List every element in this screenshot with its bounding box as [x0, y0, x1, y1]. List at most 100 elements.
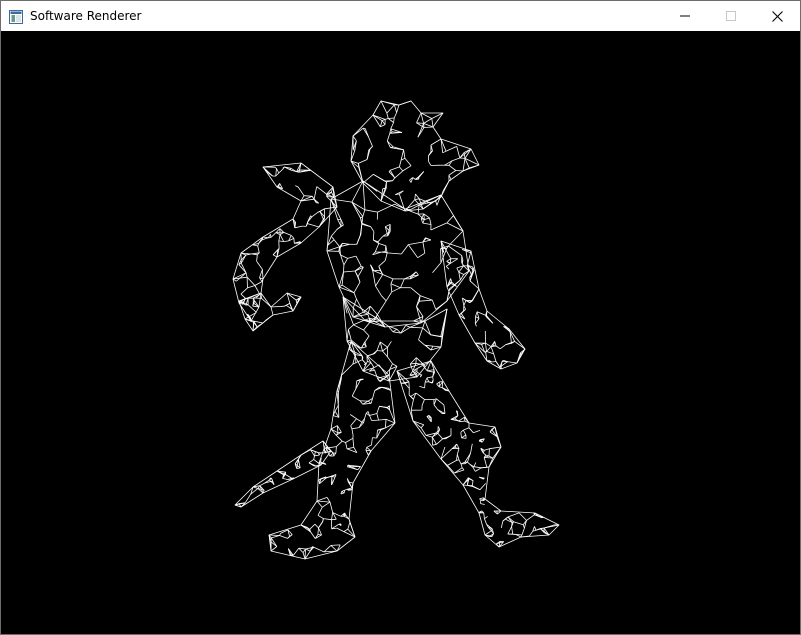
window-app-icon: [9, 9, 23, 24]
mesh-edge: [432, 443, 437, 446]
mesh-edge: [440, 336, 443, 338]
mesh-edge: [461, 434, 467, 439]
mesh-edge: [529, 531, 534, 537]
mesh-edge: [390, 283, 401, 289]
mesh-edge: [316, 500, 323, 508]
mesh-edge: [375, 314, 378, 318]
mesh-edge: [278, 183, 281, 187]
mesh-edge: [460, 432, 462, 438]
mesh-edge: [386, 133, 391, 142]
mesh-edge: [423, 123, 434, 128]
mesh-edge: [274, 166, 277, 169]
mesh-edge: [326, 497, 331, 503]
mesh-edge: [480, 503, 485, 505]
mesh-edge: [261, 298, 272, 308]
mesh-edge: [470, 443, 473, 454]
mesh-edge: [380, 100, 388, 114]
mesh-edge: [424, 382, 426, 389]
mesh-edge: [313, 455, 315, 460]
mesh-edge: [369, 415, 372, 421]
mesh-edge: [384, 118, 389, 120]
mesh-edge: [357, 163, 360, 168]
mesh-edge: [259, 269, 263, 278]
mesh-edge: [484, 516, 488, 520]
mesh-edge: [376, 406, 380, 414]
mesh-edge: [458, 416, 465, 422]
mesh-edge: [461, 467, 465, 471]
mesh-edge: [316, 500, 331, 503]
mesh-edge: [381, 120, 386, 125]
maximize-icon: [726, 11, 736, 21]
mesh-edge: [315, 451, 319, 453]
mesh-edge: [420, 424, 425, 429]
mesh-edge: [353, 324, 364, 331]
mesh-edge: [475, 311, 478, 317]
mesh-edge: [390, 166, 400, 171]
mesh-edge: [269, 479, 271, 482]
mesh-edge: [473, 466, 482, 469]
mesh-edge: [317, 514, 324, 519]
mesh-edge: [399, 160, 402, 167]
mesh-edge: [423, 364, 426, 367]
render-viewport[interactable]: [1, 31, 800, 634]
mesh-edge: [409, 326, 423, 329]
mesh-edge: [456, 448, 460, 455]
mesh-edge: [467, 461, 471, 465]
mesh-edge: [371, 437, 373, 446]
mesh-edge: [276, 168, 280, 174]
mesh-edge: [392, 328, 398, 333]
mesh-edge: [474, 318, 480, 324]
mesh-edge: [337, 431, 342, 434]
mesh-edge: [295, 185, 299, 188]
mesh-edge: [387, 140, 394, 148]
mesh-edge: [484, 518, 487, 525]
mesh-edge: [369, 413, 377, 416]
mesh-edge: [247, 304, 257, 313]
close-button[interactable]: [754, 1, 800, 31]
mesh-edge: [385, 419, 387, 428]
mesh-edge: [438, 386, 443, 389]
mesh-edge: [365, 447, 368, 451]
mesh-edge: [378, 418, 387, 421]
mesh-edge: [363, 329, 370, 337]
mesh-edge: [379, 405, 388, 408]
mesh-edge: [472, 467, 476, 472]
mesh-edge: [446, 258, 452, 262]
mesh-edge: [475, 467, 482, 472]
mesh-edge: [361, 421, 364, 423]
mesh-edge: [262, 237, 269, 241]
mesh-edge: [435, 300, 448, 310]
mesh-edge: [447, 465, 455, 474]
mesh-edge: [420, 112, 432, 119]
mesh-edge: [351, 388, 357, 397]
title-bar[interactable]: Software Renderer: [1, 1, 800, 31]
maximize-button[interactable]: [708, 1, 754, 31]
mesh-edge: [359, 400, 364, 405]
mesh-edge: [373, 173, 387, 183]
mesh-edge: [496, 436, 502, 448]
mesh-edge: [256, 260, 258, 263]
mesh-edge: [352, 127, 364, 137]
mesh-edge: [425, 435, 433, 438]
mesh-edge: [256, 254, 258, 262]
mesh-edge: [424, 217, 430, 220]
mesh-edge: [417, 394, 425, 400]
mesh-edge: [367, 450, 372, 456]
mesh-outline: [234, 440, 332, 508]
mesh-edge: [270, 546, 278, 552]
minimize-button[interactable]: [662, 1, 708, 31]
mesh-edge: [355, 255, 362, 267]
mesh-edge: [440, 336, 443, 348]
mesh-edge: [390, 278, 394, 284]
mesh-edge: [387, 252, 402, 255]
mesh-edge: [424, 377, 428, 383]
mesh-edge: [442, 150, 447, 154]
mesh-edge: [436, 398, 445, 406]
mesh-edge: [346, 339, 352, 342]
mesh-edge: [292, 303, 298, 312]
mesh-edge: [412, 177, 416, 180]
mesh-edge: [346, 447, 354, 450]
mesh-edge: [441, 308, 448, 338]
mesh-edge: [278, 168, 284, 174]
mesh-edge: [485, 342, 492, 347]
